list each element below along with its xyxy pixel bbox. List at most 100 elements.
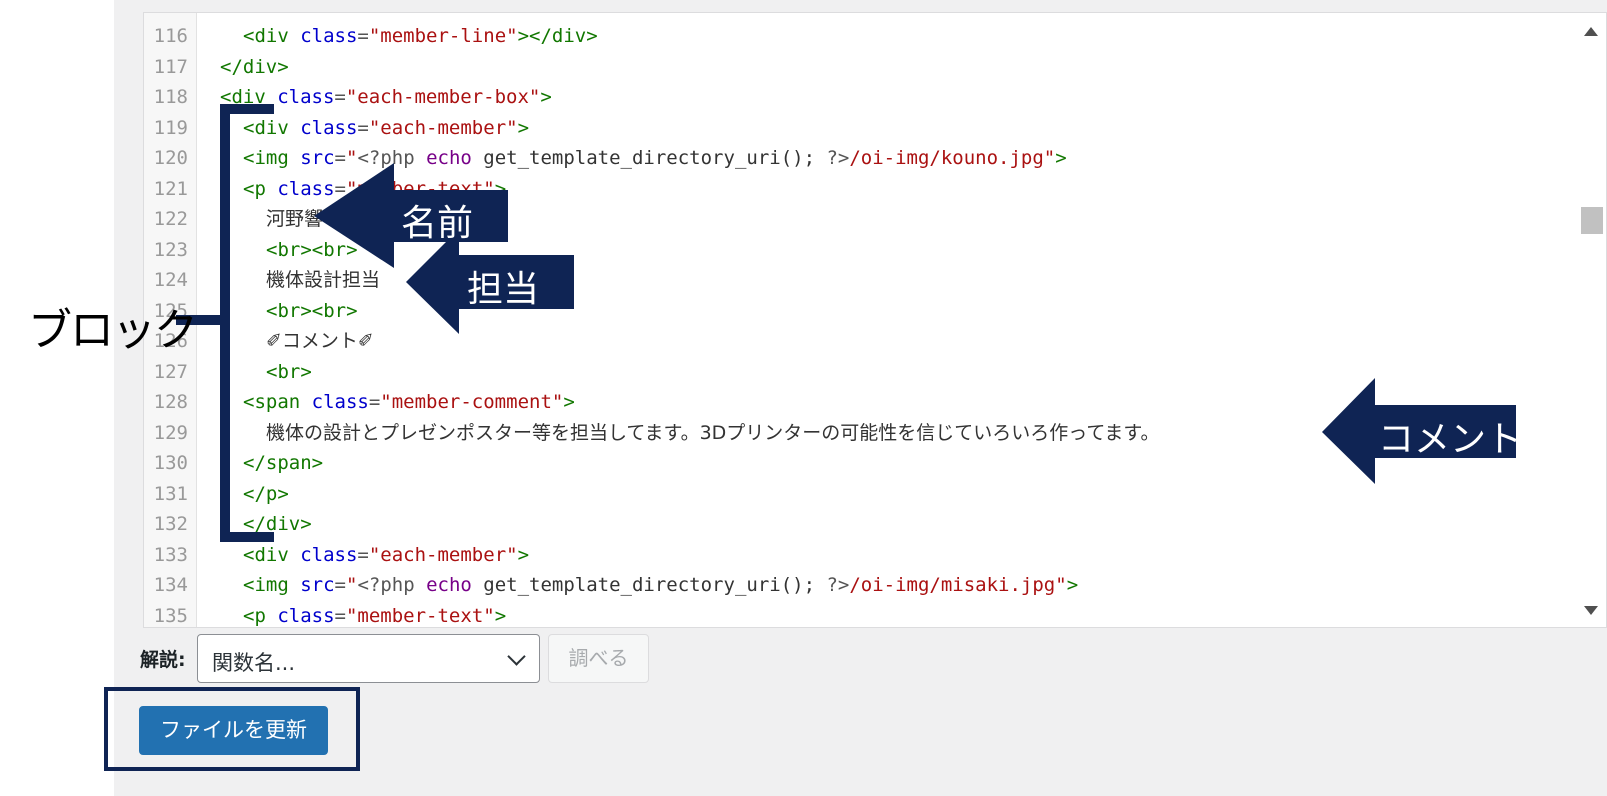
code-line[interactable]: </div> (243, 509, 312, 540)
code-token: <p (243, 604, 278, 627)
code-token: = (357, 543, 369, 566)
scroll-down-arrow-icon[interactable] (1584, 606, 1598, 615)
code-token: = (357, 116, 369, 139)
line-number: 124 (153, 269, 188, 291)
code-token: <span (243, 391, 312, 413)
scrollbar-thumb[interactable] (1581, 207, 1603, 234)
code-token: </p> (243, 482, 289, 505)
code-token: " (345, 147, 358, 169)
code-token: 河野響 (266, 208, 324, 230)
code-token: = (334, 86, 346, 108)
code-line[interactable]: <br><br> (266, 296, 358, 327)
code-token: echo (426, 574, 472, 596)
code-token: </div> (243, 513, 312, 535)
code-token: > (517, 543, 530, 566)
line-number: 119 (153, 116, 188, 139)
code-token: class (300, 25, 358, 47)
code-token: get_template_directory_uri(); (471, 147, 827, 169)
scroll-up-arrow-icon[interactable] (1584, 27, 1598, 36)
code-line[interactable]: <div class="each-member"> (243, 113, 529, 144)
comment-annotation-label: コメント (1378, 419, 1523, 460)
function-name-select[interactable]: 関数名... (197, 634, 540, 683)
block-annotation-label: ブロック (28, 305, 198, 356)
code-token: 機体の設計とプレゼンポスター等を担当してます。3Dプリンターの可能性を信じていろ… (266, 421, 1160, 444)
update-button-highlight-frame (104, 687, 360, 771)
documentation-label: 解説: (140, 649, 186, 671)
role-annotation-label: 担当 (467, 269, 540, 310)
code-token: = (357, 25, 369, 47)
code-token: class (300, 543, 358, 566)
code-token: echo (426, 147, 472, 169)
code-token: src (300, 574, 335, 596)
code-line[interactable]: ✐コメント✐ (266, 326, 374, 357)
code-line[interactable]: <img src="<?php echo get_template_direct… (243, 143, 1067, 174)
editor-scrollbar[interactable] (1576, 13, 1606, 627)
code-token: = (334, 604, 346, 627)
code-token: "member-line" (368, 25, 518, 47)
code-line[interactable]: <img src="<?php echo get_template_direct… (243, 570, 1078, 601)
code-token: "each-member" (368, 116, 518, 139)
code-token: ?> (826, 574, 850, 596)
line-number: 135 (153, 604, 188, 627)
code-line[interactable]: <div class="each-member-box"> (220, 82, 552, 113)
code-token: ></div> (517, 25, 598, 47)
code-token: <div (243, 25, 301, 47)
line-number: 134 (153, 574, 188, 596)
code-line[interactable]: <div class="each-member"> (243, 540, 529, 571)
code-line[interactable]: <span class="member-comment"> (243, 387, 575, 418)
code-token: = (334, 177, 346, 200)
code-token: > (540, 86, 552, 108)
line-number: 117 (153, 55, 188, 78)
code-token: <img (243, 147, 301, 169)
code-token: <div (243, 543, 301, 566)
code-token: "member-text" (345, 604, 495, 627)
code-token: <?php (357, 147, 427, 169)
code-token: </div> (220, 55, 289, 78)
line-number: 131 (153, 482, 188, 505)
code-token: get_template_directory_uri(); (471, 574, 827, 596)
code-line[interactable]: </div> (220, 52, 289, 83)
line-number: 132 (153, 513, 188, 535)
line-number: 118 (153, 86, 188, 108)
lookup-button[interactable]: 調べる (548, 634, 649, 683)
code-token: "each-member" (368, 543, 518, 566)
chevron-down-icon (507, 647, 526, 666)
code-token: class (311, 391, 369, 413)
code-token: <?php (357, 574, 427, 596)
code-token: > (494, 177, 507, 200)
code-token: <br><br> (266, 299, 358, 322)
code-token: <br><br> (266, 238, 358, 261)
code-token: = (334, 147, 346, 169)
code-token: <br> (266, 360, 312, 383)
code-token: class (300, 116, 358, 139)
code-token: <div (243, 116, 301, 139)
code-token: ✐コメント✐ (266, 330, 374, 352)
line-number: 122 (153, 208, 188, 230)
line-number: 123 (153, 238, 188, 261)
code-line[interactable]: <br><br> (266, 235, 358, 266)
code-line[interactable]: <div class="member-line"></div> (243, 21, 598, 52)
code-token: /oi-img/kouno.jpg" (849, 147, 1056, 169)
code-token: <img (243, 574, 301, 596)
code-token: > (563, 391, 575, 413)
line-number: 127 (153, 360, 188, 383)
code-token: <p (243, 177, 278, 200)
code-token: <div (220, 86, 278, 108)
code-editor[interactable]: 116 117 118 119 120 121 122 123 124 125 126 127 128 1… (143, 12, 1607, 628)
code-line[interactable]: 機体設計担当 (266, 265, 380, 296)
code-line[interactable]: </span> (243, 448, 323, 479)
code-line[interactable]: <br> (266, 357, 312, 388)
code-line[interactable]: 機体の設計とプレゼンポスター等を担当してます。3Dプリンターの可能性を信じていろ… (266, 418, 1160, 449)
code-line[interactable]: <p class="member-text"> (243, 601, 507, 628)
line-number: 129 (153, 421, 188, 444)
code-token: /oi-img/misaki.jpg" (849, 574, 1067, 596)
code-line[interactable]: 河野響 (266, 204, 323, 235)
name-annotation-label: 名前 (401, 203, 474, 244)
code-token: > (1055, 147, 1067, 169)
code-token: > (1066, 574, 1079, 596)
line-number: 130 (153, 452, 188, 474)
code-token: > (494, 604, 507, 627)
code-token: src (300, 147, 335, 169)
code-line[interactable]: </p> (243, 479, 289, 510)
function-select-value: 関数名... (212, 651, 296, 675)
